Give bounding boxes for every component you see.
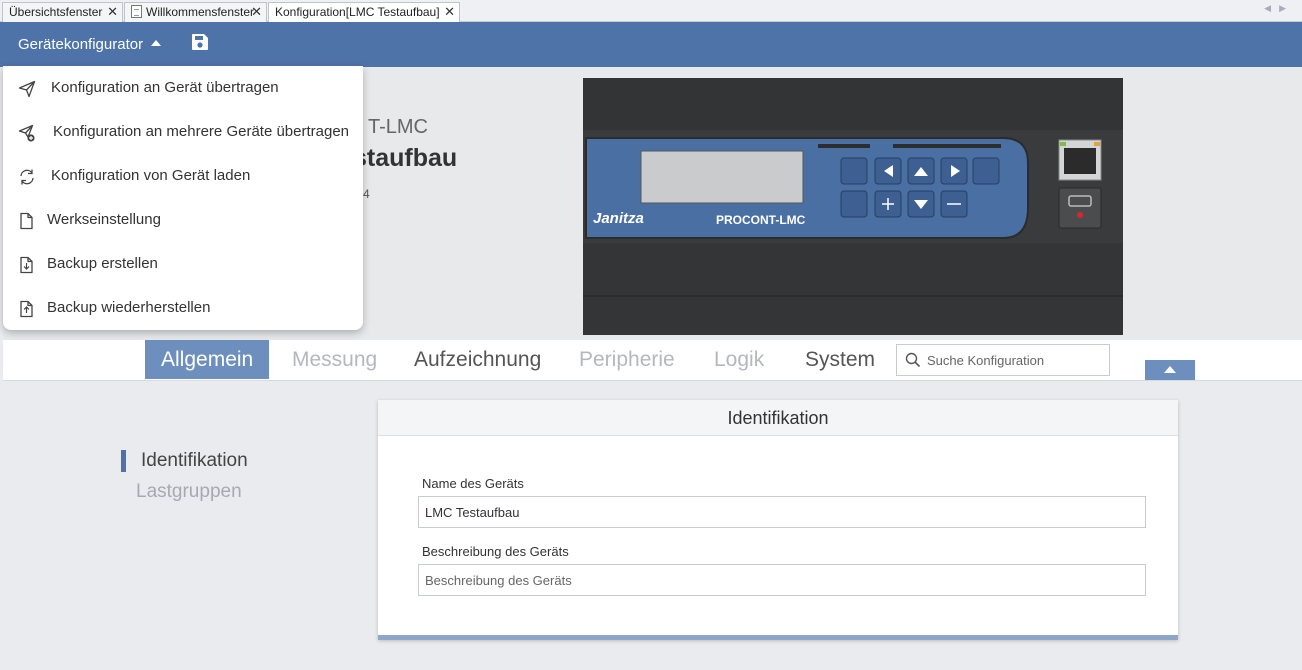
refresh-icon bbox=[20, 169, 34, 185]
config-nav-bar: Allgemein Messung Aufzeichnung Peripheri… bbox=[3, 340, 1302, 381]
menu-item-label: Backup erstellen bbox=[47, 255, 158, 272]
menu-item-label: Backup wiederherstellen bbox=[47, 299, 211, 316]
document-icon bbox=[131, 5, 142, 18]
close-icon[interactable]: ✕ bbox=[107, 3, 118, 21]
side-nav-lastgruppen[interactable]: Lastgruppen bbox=[136, 481, 242, 503]
menu-item-label: Werkseinstellung bbox=[47, 211, 161, 228]
tab-peripherie[interactable]: Peripherie bbox=[579, 340, 675, 379]
tab-messung[interactable]: Messung bbox=[292, 340, 377, 379]
device-name-title: staufbau bbox=[353, 144, 458, 172]
doc-tab-label: Übersichtsfenster bbox=[9, 5, 103, 19]
geraetekonfigurator-button[interactable]: Gerätekonfigurator bbox=[18, 34, 162, 56]
caret-up-icon bbox=[151, 40, 162, 46]
doc-tab-label: Konfiguration[LMC Testaufbau] bbox=[275, 5, 440, 19]
device-image: Janitza PROCONT-LMC bbox=[583, 78, 1123, 335]
device-description-field[interactable] bbox=[418, 564, 1146, 596]
menu-item-label: Konfiguration von Gerät laden bbox=[51, 167, 251, 184]
device-serial: 4 bbox=[363, 187, 370, 201]
device-brand-label: Janitza bbox=[593, 210, 644, 227]
close-icon[interactable]: ✕ bbox=[444, 3, 455, 21]
file-upload-icon bbox=[20, 300, 33, 318]
menu-item-restore-backup[interactable]: Backup wiederherstellen bbox=[3, 288, 363, 328]
menu-item-create-backup[interactable]: Backup erstellen bbox=[3, 244, 363, 284]
send-icon bbox=[18, 80, 36, 98]
document-icon bbox=[20, 212, 33, 230]
document-tab-strip: Übersichtsfenster ✕ Willkommensfenster ✕… bbox=[0, 0, 1302, 23]
doc-tab-label: Willkommensfenster bbox=[146, 5, 255, 19]
floppy-disk-icon[interactable] bbox=[191, 33, 209, 51]
device-name-field[interactable] bbox=[418, 496, 1146, 528]
device-model-label: PROCONT-LMC bbox=[716, 213, 806, 227]
geraetekonfigurator-label: Gerätekonfigurator bbox=[18, 36, 144, 53]
doc-tab-konfiguration[interactable]: Konfiguration[LMC Testaufbau] ✕ bbox=[268, 2, 460, 23]
file-download-icon bbox=[20, 256, 33, 274]
tab-logik[interactable]: Logik bbox=[714, 340, 764, 379]
menu-item-label: Konfiguration an Gerät übertragen bbox=[51, 79, 279, 96]
collapse-header-button[interactable] bbox=[1145, 360, 1195, 380]
tab-aufzeichnung[interactable]: Aufzeichnung bbox=[414, 340, 541, 379]
menu-item-label: Konfiguration an mehrere Geräte übertrag… bbox=[53, 123, 350, 140]
search-icon bbox=[905, 352, 921, 368]
device-description-label: Beschreibung des Geräts bbox=[422, 544, 569, 559]
device-name-label: Name des Geräts bbox=[422, 476, 524, 491]
search-box[interactable] bbox=[896, 344, 1110, 376]
device-type: T-LMC bbox=[368, 116, 428, 138]
doc-tab-uebersichtsfenster[interactable]: Übersichtsfenster ✕ bbox=[2, 2, 123, 22]
menu-item-load-config[interactable]: Konfiguration von Gerät laden bbox=[3, 156, 363, 196]
side-nav-identifikation[interactable]: Identifikation bbox=[121, 450, 248, 472]
menu-item-factory-reset[interactable]: Werkseinstellung bbox=[3, 200, 363, 240]
menu-item-transfer-config[interactable]: Konfiguration an Gerät übertragen bbox=[3, 68, 363, 108]
tab-allgemein[interactable]: Allgemein bbox=[145, 340, 270, 379]
geraetekonfigurator-menu: Konfiguration an Gerät übertragen Konfig… bbox=[3, 66, 363, 330]
search-input[interactable] bbox=[927, 345, 1105, 375]
tab-system[interactable]: System bbox=[805, 340, 875, 379]
send-multiple-icon bbox=[18, 124, 35, 142]
card-title: Identifikation bbox=[378, 400, 1178, 436]
toolbar: Gerätekonfigurator bbox=[0, 22, 1302, 67]
doc-tab-willkommensfenster[interactable]: Willkommensfenster ✕ bbox=[124, 2, 267, 22]
close-icon[interactable]: ✕ bbox=[251, 3, 262, 21]
menu-item-transfer-multiple[interactable]: Konfiguration an mehrere Geräte übertrag… bbox=[3, 112, 363, 152]
tab-scroll-arrows[interactable]: ◀▶ bbox=[1264, 3, 1294, 14]
identification-card: Identifikation Name des Geräts Beschreib… bbox=[378, 400, 1178, 640]
